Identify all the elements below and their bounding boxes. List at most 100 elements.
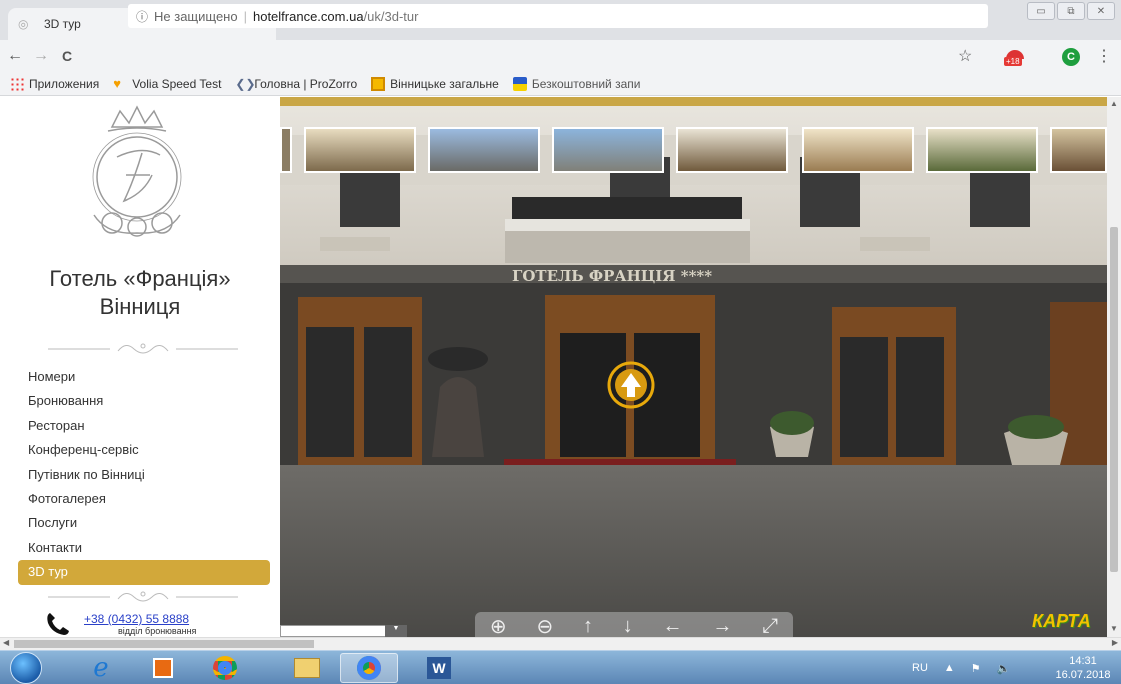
forward-arrow-icon[interactable]: → [30,47,52,65]
back-arrow-icon[interactable]: ← [4,47,26,65]
hotel-logo-icon [92,105,182,237]
apps-icon [10,76,24,91]
nav-item-restaurant[interactable]: Ресторан [18,414,270,438]
window-controls: ▭ ⧉ ✕ [1027,2,1115,20]
bookmark-label: Приложения [29,76,100,91]
arrow-left-icon[interactable]: ← [663,615,683,638]
bookmark-star-icon[interactable]: ☆ [958,46,972,66]
scroll-right-icon[interactable]: ▶ [1112,638,1118,647]
viewer-controls: ⊕ ⊖ ↑ ↓ ← → ⤢ [475,612,793,637]
nav-item-services[interactable]: Послуги [18,511,270,535]
action-center-icon[interactable]: ⚑ [971,662,981,675]
zoom-in-icon[interactable]: ⊕ [490,614,507,638]
taskbar-clock[interactable]: 14:31 16.07.2018 [1050,654,1116,682]
bookmarks-bar: Приложения ♥ Volia Speed Test ❮❯ Головна… [0,72,1121,96]
taskbar-chrome-active[interactable] [340,653,398,683]
phone-link[interactable]: +38 (0432) 55 8888 [84,612,189,626]
map-button[interactable]: КАРТА [1032,611,1091,632]
reload-icon[interactable]: C [56,48,78,64]
url-path: /uk/3d-tur [363,8,419,24]
extension-icon[interactable]: +18 [1004,50,1026,66]
nav-item-guide[interactable]: Путівник по Вінниці [18,463,270,487]
hotel-title-line1: Готель «Франція» [49,266,231,291]
taskbar-media[interactable] [134,653,192,683]
language-indicator[interactable]: RU [912,662,928,674]
volume-icon[interactable]: 🔈 [997,662,1011,675]
fullscreen-icon[interactable]: ⤢ [762,615,778,638]
bookmark-prozorro[interactable]: ❮❯ Головна | ProZorro [235,77,357,91]
clock-date: 16.07.2018 [1055,669,1111,681]
bookmark-label: Безкоштовний запи [531,76,641,91]
scene-thumbnail[interactable] [802,127,914,173]
scroll-down-icon[interactable]: ▼ [1107,624,1121,633]
scroll-up-icon[interactable]: ▲ [1107,99,1121,108]
bookmark-vin[interactable]: Вінницьке загальне [371,76,499,91]
start-button[interactable] [10,652,42,684]
folder-icon [294,658,320,678]
page-content: Готель «Франція» Вінниця Номери Бронюван… [0,97,1121,637]
scene-select[interactable]: ▼ [280,625,407,637]
main-nav: Номери Бронювання Ресторан Конференц-сер… [18,365,270,585]
panorama-image: ГОТЕЛЬ ФРАНЦІЯ **** [280,97,1107,637]
hotel-title-line2: Вінниця [99,294,181,319]
taskbar-word[interactable]: W [410,653,468,683]
scene-thumbnail[interactable] [676,127,788,173]
ornament-divider-icon [48,591,238,602]
restore-icon[interactable]: ⧉ [1057,2,1085,20]
url-host: hotelfrance.com.ua [252,8,364,24]
taskbar-explorer[interactable] [278,653,336,683]
scroll-left-icon[interactable]: ◀ [3,638,9,647]
nav-item-conference[interactable]: Конференц-сервіс [18,438,270,462]
horizontal-scrollbar[interactable]: ◀ ▶ [0,637,1121,650]
minimize-icon[interactable]: ▭ [1027,2,1055,20]
nav-item-contacts[interactable]: Контакти [18,536,270,560]
scroll-thumb[interactable] [14,640,314,648]
bookmark-apps[interactable]: Приложения [10,76,100,91]
profile-avatar[interactable]: C [1062,48,1080,66]
building-sign: ГОТЕЛЬ ФРАНЦІЯ **** [512,267,712,285]
bookmark-label: Головна | ProZorro [254,76,358,91]
address-separator: | [243,8,247,24]
scene-thumbnail[interactable] [926,127,1038,173]
info-icon[interactable]: ⓘ [136,8,148,25]
scene-thumbnail[interactable] [552,127,664,173]
ie-icon: e [93,653,109,683]
media-player-icon [153,658,173,678]
nav-item-rooms[interactable]: Номери [18,365,270,389]
tray-expand-icon[interactable]: ▲ [944,662,955,674]
page-favicon-icon: ◎ [18,17,29,31]
nav-item-3d-tour[interactable]: 3D тур [18,560,270,585]
chevron-down-icon[interactable]: ▼ [385,625,407,637]
close-window-icon[interactable]: ✕ [1087,2,1115,20]
zoom-out-icon[interactable]: ⊖ [536,614,553,638]
arrow-up-icon[interactable]: ↑ [583,615,593,638]
vertical-scrollbar[interactable]: ▲ ▼ [1107,97,1121,637]
bookmark-volia[interactable]: ♥ Volia Speed Test [113,76,221,91]
browser-toolbar: ← → C [0,40,1121,72]
scene-thumbnail[interactable] [428,127,540,173]
clock-time: 14:31 [1069,655,1097,667]
ua-icon [512,76,527,91]
taskbar-chrome[interactable] [196,653,254,683]
nav-item-booking[interactable]: Бронювання [18,389,270,413]
scroll-thumb[interactable] [1110,227,1118,572]
scene-thumbnail[interactable] [304,127,416,173]
nav-item-gallery[interactable]: Фотогалерея [18,487,270,511]
bookmark-label: Вінницьке загальне [390,76,499,91]
prozorro-icon: ❮❯ [235,76,256,91]
taskbar-ie[interactable]: e [72,653,130,683]
scene-thumbnail[interactable] [1050,127,1107,173]
arrow-right-icon[interactable]: → [712,615,732,638]
security-label: Не защищено [154,8,238,24]
word-icon: W [427,657,451,679]
scene-thumbnail[interactable] [280,127,292,173]
panorama-viewer[interactable]: ГОТЕЛЬ ФРАНЦІЯ **** ▼ ⊕ ⊖ ↑ ↓ ← → ⤢ КАРТ… [280,97,1107,637]
phone-icon [47,613,69,635]
bookmark-free[interactable]: Безкоштовний запи [512,76,641,91]
phone-caption: відділ бронювання [118,626,197,636]
arrow-down-icon[interactable]: ↓ [623,615,633,638]
extension-badge: +18 [1004,57,1022,66]
sidebar: Готель «Франція» Вінниця Номери Бронюван… [0,97,280,637]
browser-menu-icon[interactable]: ⋮ [1096,46,1112,66]
address-bar[interactable]: ⓘ Не защищено | hotelfrance.com.ua /uk/3… [128,4,988,28]
